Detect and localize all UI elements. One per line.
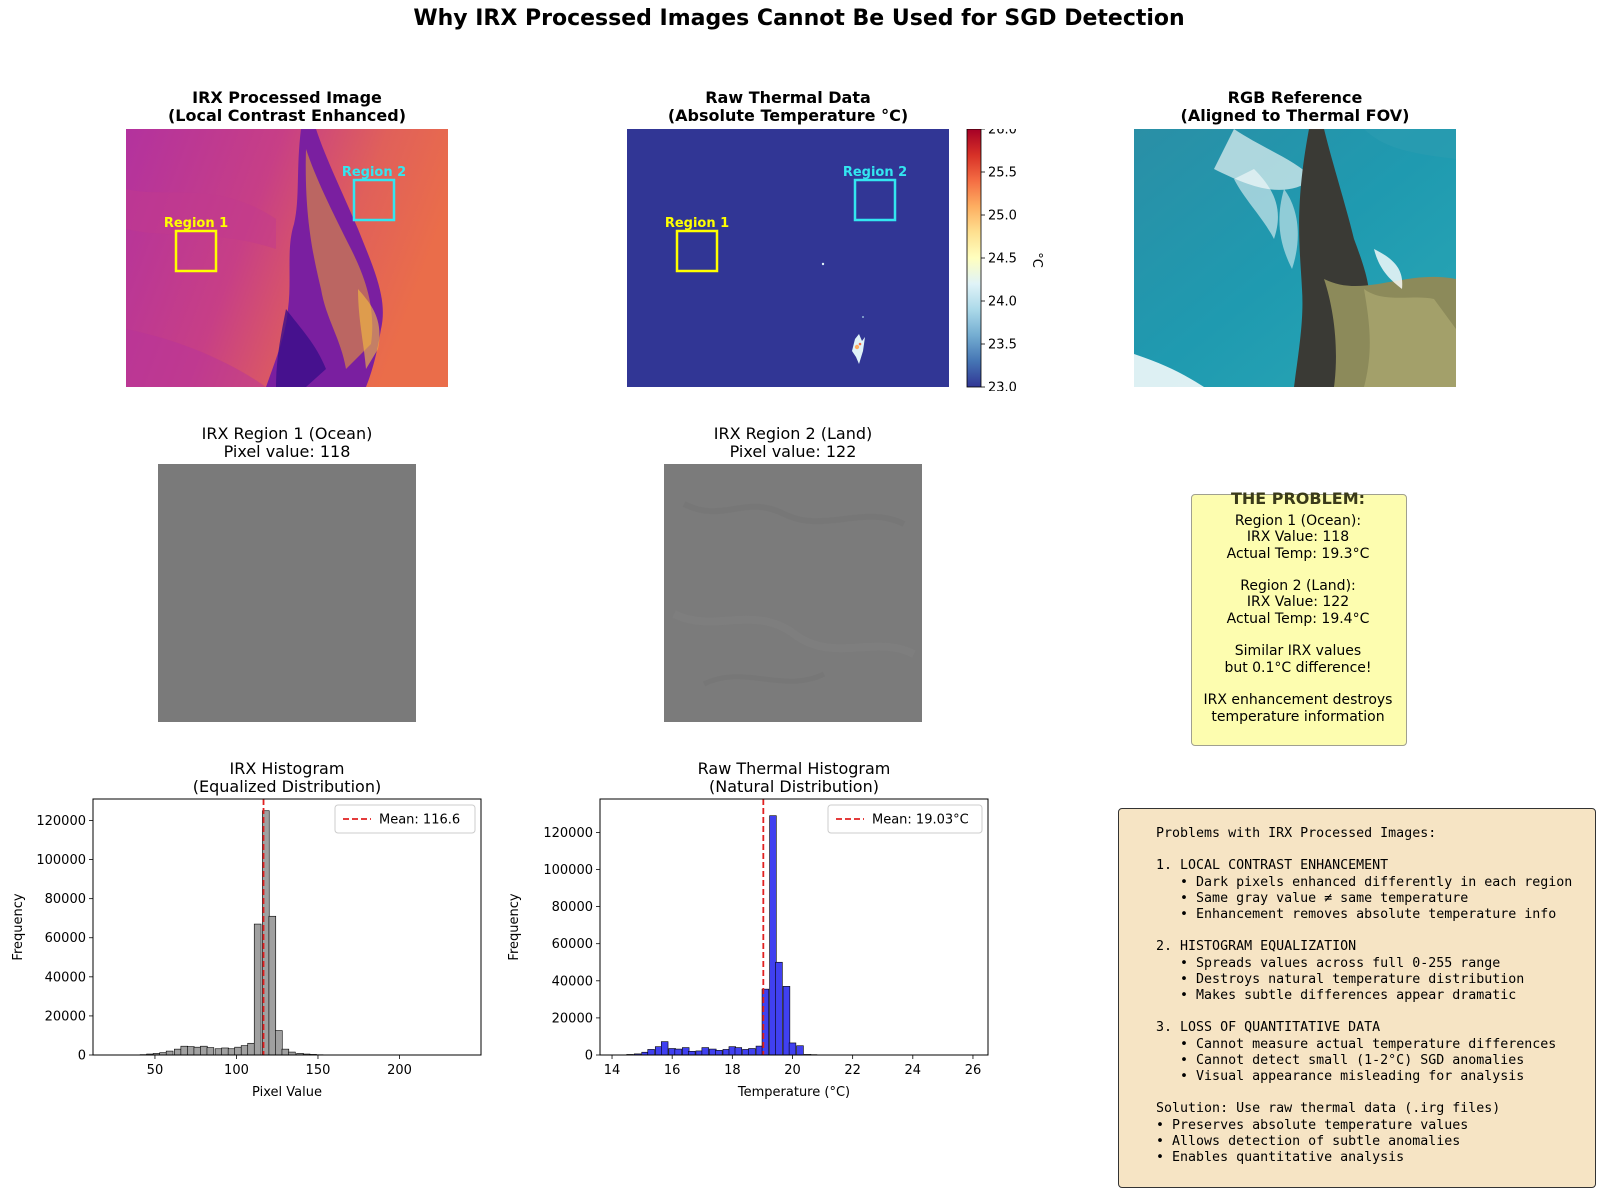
x-tick-label: 22: [844, 1063, 861, 1078]
histogram-bar: [701, 1047, 709, 1056]
histogram-bar: [221, 1047, 229, 1056]
raw-region1-label: Region 1: [665, 216, 729, 231]
x-tick-label: 150: [306, 1063, 331, 1078]
raw-thermal-title: Raw Thermal Data (Absolute Temperature °…: [667, 88, 909, 125]
x-tick-label: 20: [784, 1063, 801, 1078]
problem-heading: THE PROBLEM:: [1230, 489, 1366, 508]
y-tick-label: 120000: [543, 826, 593, 841]
x-tick-label: 14: [604, 1063, 621, 1078]
colorbar-tick-label: 24.5: [988, 252, 1017, 267]
colorbar-tick-label: 25.0: [988, 209, 1017, 224]
histogram-bar: [165, 1050, 174, 1056]
histogram-bar: [240, 1045, 249, 1056]
irx-region1-title: IRX Region 1 (Ocean) Pixel value: 118: [201, 424, 373, 461]
figure-title: Why IRX Processed Images Cannot Be Used …: [413, 6, 1185, 31]
raw-histogram-chart: 14 16 18 20 22 24 26 0 20000 40000 60000 80000 10000…: [507, 798, 989, 1100]
histogram-bar: [253, 923, 262, 1056]
histogram-bar: [174, 1048, 182, 1056]
colorbar-tick-label: 23.0: [988, 381, 1017, 392]
histogram-bar: [193, 1046, 202, 1056]
y-tick-label: 0: [585, 1049, 593, 1064]
raw-region2-label: Region 2: [843, 165, 907, 180]
histogram-bar: [660, 1041, 669, 1056]
histogram-bar: [187, 1046, 195, 1056]
histogram-bar: [214, 1048, 223, 1056]
raw-histogram-title: Raw Thermal Histogram (Natural Distribut…: [697, 759, 891, 796]
colorbar-tick-label: 23.5: [988, 338, 1017, 353]
y-tick-label: 20000: [552, 1011, 593, 1026]
irx-processed-image: Region 1 Region 2: [126, 129, 448, 387]
y-tick-label: 100000: [36, 853, 86, 868]
legend-label: Mean: 19.03°C: [872, 813, 969, 828]
x-tick-label: 18: [724, 1063, 741, 1078]
y-tick-label: 80000: [552, 900, 593, 915]
x-axis-label: Temperature (°C): [737, 1085, 850, 1100]
histogram-bar: [275, 1030, 283, 1056]
y-axis-label: Frequency: [11, 893, 26, 960]
x-tick-label: 200: [387, 1063, 412, 1078]
y-tick-label: 60000: [552, 937, 593, 952]
x-tick-label: 26: [965, 1063, 982, 1078]
histogram-bar: [234, 1046, 242, 1056]
histogram-bar: [775, 961, 783, 1056]
y-tick-label: 100000: [543, 863, 593, 878]
y-tick-label: 80000: [45, 892, 86, 907]
histogram-bar: [748, 1048, 756, 1056]
rgb-reference-title: RGB Reference (Aligned to Thermal FOV): [1180, 88, 1410, 125]
axes-frame: [599, 798, 989, 1056]
histogram-bar: [715, 1050, 723, 1056]
histogram-bar: [247, 1042, 255, 1056]
x-tick-label: 24: [905, 1063, 922, 1078]
irx-region1-crop: [158, 464, 416, 722]
histogram-bar: [674, 1048, 682, 1056]
axes-frame: [92, 798, 482, 1056]
legend-label: Mean: 116.6: [379, 813, 460, 828]
irx-histogram-title: IRX Histogram (Equalized Distribution): [192, 759, 382, 796]
y-tick-label: 40000: [552, 974, 593, 989]
y-tick-label: 40000: [45, 970, 86, 985]
histogram-bar: [688, 1050, 696, 1056]
temperature-colorbar: 26.0 25.5 25.0 24.5 24.0 23.5 23.0 °C: [966, 123, 1056, 396]
irx-histogram-chart: 50 100 150 200 0 20000 40000 60000 80000 100000 12…: [11, 798, 482, 1100]
irx-region2-label: Region 2: [342, 165, 406, 180]
y-tick-label: 0: [78, 1049, 86, 1064]
histogram-bar: [180, 1045, 189, 1056]
histogram-bar: [788, 1042, 797, 1056]
y-tick-label: 20000: [45, 1009, 86, 1024]
histogram-bar: [281, 1048, 290, 1056]
colorbar-tick-label: 26.0: [988, 129, 1017, 138]
histogram-bar: [268, 915, 277, 1056]
histogram-bar: [227, 1048, 236, 1056]
x-tick-label: 16: [664, 1063, 681, 1078]
colorbar-tick-label: 25.5: [988, 166, 1017, 181]
colorbar-tick-label: 24.0: [988, 295, 1017, 310]
histogram-bar: [200, 1045, 208, 1056]
histogram-bar: [206, 1047, 215, 1056]
y-tick-label: 120000: [36, 814, 86, 829]
raw-thermal-image: Region 1 Region 2: [627, 129, 949, 387]
histogram-bar: [647, 1049, 655, 1056]
x-axis-label: Pixel Value: [252, 1085, 322, 1100]
notes-text: Problems with IRX Processed Images: 1. L…: [1156, 826, 1573, 1166]
colorbar-label: °C: [1029, 252, 1044, 268]
histogram-bar: [796, 1045, 804, 1056]
irx-region2-crop: [664, 464, 922, 722]
x-tick-label: 100: [224, 1063, 249, 1078]
problem-text: Region 1 (Ocean): IRX Value: 118 Actual …: [1203, 513, 1393, 725]
irx-image-title: IRX Processed Image (Local Contrast Enha…: [167, 88, 407, 125]
irx-region1-label: Region 1: [164, 216, 228, 231]
x-tick-label: 50: [147, 1063, 164, 1078]
y-axis-label: Frequency: [507, 893, 522, 960]
y-tick-label: 60000: [45, 931, 86, 946]
histogram-bar: [734, 1047, 743, 1056]
rgb-reference-image: [1134, 129, 1456, 387]
irx-region2-title: IRX Region 2 (Land) Pixel value: 122: [713, 424, 873, 461]
